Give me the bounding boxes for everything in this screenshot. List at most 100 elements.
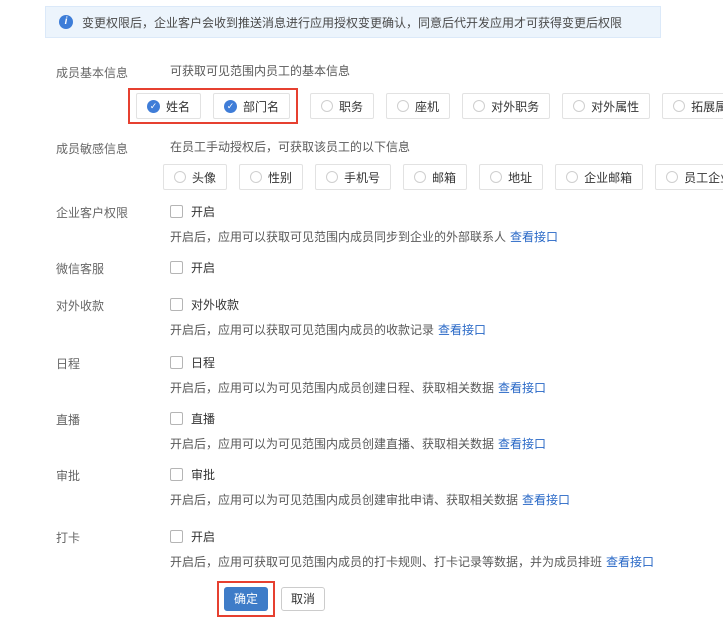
- form-footer: 确定 取消: [56, 581, 723, 617]
- unchecked-circle-icon: [397, 100, 409, 112]
- view-api-link[interactable]: 查看接口: [522, 493, 570, 507]
- desc-text: 开启后，应用可获取可见范围内成员的打卡规则、打卡记录等数据，并为成员排班: [170, 555, 602, 569]
- checkbox-icon[interactable]: [170, 468, 183, 481]
- view-api-link[interactable]: 查看接口: [510, 230, 558, 244]
- chip-label: 企业邮箱: [584, 169, 632, 186]
- info-banner-text: 变更权限后，企业客户会收到推送消息进行应用授权变更确认，同意后代开发应用才可获得…: [82, 14, 622, 31]
- section-label: 审批: [56, 465, 170, 509]
- section-desc: 在员工手动授权后，可获取该员工的以下信息: [170, 138, 723, 156]
- enable-checkbox-row[interactable]: 开启: [170, 527, 723, 545]
- chip-address[interactable]: 地址: [479, 164, 543, 190]
- confirm-button[interactable]: 确定: [224, 587, 268, 611]
- unchecked-circle-icon: [490, 171, 502, 183]
- section-external-payment: 对外收款 对外收款 开启后，应用可以获取可见范围内成员的收款记录查看接口: [56, 295, 723, 339]
- section-wechat-customer-service: 微信客服 开启: [56, 258, 723, 277]
- desc-text: 开启后，应用可以为可见范围内成员创建日程、获取相关数据: [170, 381, 494, 395]
- checkbox-icon[interactable]: [170, 298, 183, 311]
- sensitive-info-chip-group: 头像 性别 手机号 邮箱: [163, 164, 723, 190]
- checkbox-icon[interactable]: [170, 356, 183, 369]
- checkbox-label: 审批: [191, 466, 215, 483]
- checkbox-label: 开启: [191, 259, 215, 276]
- view-api-link[interactable]: 查看接口: [438, 323, 486, 337]
- chip-label: 姓名: [166, 98, 190, 115]
- chip-label: 对外属性: [591, 98, 639, 115]
- chip-job-title[interactable]: 职务: [310, 93, 374, 119]
- chip-mobile[interactable]: 手机号: [315, 164, 391, 190]
- enable-checkbox-row[interactable]: 开启: [170, 258, 723, 276]
- section-member-sensitive-info: 成员敏感信息 在员工手动授权后，可获取该员工的以下信息 头像 性别 手机号: [56, 138, 723, 190]
- unchecked-circle-icon: [473, 100, 485, 112]
- chip-gender[interactable]: 性别: [239, 164, 303, 190]
- section-label: 直播: [56, 409, 170, 453]
- chip-name[interactable]: ✓ 姓名: [136, 93, 201, 119]
- enable-checkbox-row[interactable]: 直播: [170, 409, 723, 427]
- desc-text: 开启后，应用可以获取可见范围内成员的收款记录: [170, 323, 434, 337]
- chip-label: 对外职务: [491, 98, 539, 115]
- chip-wecom-qrcode[interactable]: 员工企业微信二维码: [655, 164, 723, 190]
- view-api-link[interactable]: 查看接口: [498, 381, 546, 395]
- unchecked-circle-icon: [673, 100, 685, 112]
- checkbox-label: 日程: [191, 354, 215, 371]
- chip-landline[interactable]: 座机: [386, 93, 450, 119]
- unchecked-circle-icon: [321, 100, 333, 112]
- enable-checkbox-row[interactable]: 审批: [170, 465, 723, 483]
- checkbox-label: 开启: [191, 528, 215, 545]
- section-label: 对外收款: [56, 295, 170, 339]
- basic-info-chip-group: ✓ 姓名 ✓ 部门名 职务 座机: [163, 88, 723, 124]
- section-desc: 开启后，应用可获取可见范围内成员的打卡规则、打卡记录等数据，并为成员排班查看接口: [170, 553, 723, 571]
- enable-checkbox-row[interactable]: 对外收款: [170, 295, 723, 313]
- enable-checkbox-row[interactable]: 日程: [170, 353, 723, 371]
- checkbox-icon[interactable]: [170, 412, 183, 425]
- section-desc: 开启后，应用可以为可见范围内成员创建直播、获取相关数据查看接口: [170, 435, 723, 453]
- unchecked-circle-icon: [666, 171, 678, 183]
- view-api-link[interactable]: 查看接口: [498, 437, 546, 451]
- enable-checkbox-row[interactable]: 开启: [170, 202, 723, 220]
- section-attendance: 打卡 开启 开启后，应用可获取可见范围内成员的打卡规则、打卡记录等数据，并为成员…: [56, 527, 723, 571]
- chip-label: 职务: [339, 98, 363, 115]
- checkbox-label: 对外收款: [191, 296, 239, 313]
- chip-label: 部门名: [243, 98, 279, 115]
- annotation-highlight-box: ✓ 姓名 ✓ 部门名: [128, 88, 298, 124]
- unchecked-circle-icon: [250, 171, 262, 183]
- section-desc: 开启后，应用可以为可见范围内成员创建日程、获取相关数据查看接口: [170, 379, 723, 397]
- checkbox-icon[interactable]: [170, 261, 183, 274]
- section-label: 日程: [56, 353, 170, 397]
- chip-external-title[interactable]: 对外职务: [462, 93, 550, 119]
- chip-biz-email[interactable]: 企业邮箱: [555, 164, 643, 190]
- desc-text: 开启后，应用可以为可见范围内成员创建直播、获取相关数据: [170, 437, 494, 451]
- unchecked-circle-icon: [573, 100, 585, 112]
- unchecked-circle-icon: [326, 171, 338, 183]
- section-member-basic-info: 成员基本信息 可获取可见范围内员工的基本信息 ✓ 姓名 ✓ 部门名: [56, 62, 723, 124]
- chip-label: 性别: [268, 169, 292, 186]
- chip-label: 座机: [415, 98, 439, 115]
- unchecked-circle-icon: [566, 171, 578, 183]
- section-desc: 开启后，应用可以为可见范围内成员创建审批申请、获取相关数据查看接口: [170, 491, 723, 509]
- section-label: 企业客户权限: [56, 202, 170, 246]
- section-desc: 可获取可见范围内员工的基本信息: [170, 62, 723, 80]
- chip-email[interactable]: 邮箱: [403, 164, 467, 190]
- section-desc: 开启后，应用可以获取可见范围内成员的收款记录查看接口: [170, 321, 723, 339]
- checkbox-icon[interactable]: [170, 205, 183, 218]
- view-api-link[interactable]: 查看接口: [606, 555, 654, 569]
- app-permission-settings-page: i 变更权限后，企业客户会收到推送消息进行应用授权变更确认，同意后代开发应用才可…: [0, 0, 723, 617]
- chip-label: 员工企业微信二维码: [684, 169, 723, 186]
- info-icon: i: [59, 15, 73, 29]
- chip-label: 头像: [192, 169, 216, 186]
- checkbox-label: 开启: [191, 203, 215, 220]
- cancel-button[interactable]: 取消: [281, 587, 325, 611]
- chip-label: 邮箱: [432, 169, 456, 186]
- chip-external-attr[interactable]: 对外属性: [562, 93, 650, 119]
- section-corp-customer-permission: 企业客户权限 开启 开启后，应用可以获取可见范围内成员同步到企业的外部联系人查看…: [56, 202, 723, 246]
- chip-avatar[interactable]: 头像: [163, 164, 227, 190]
- chip-department-name[interactable]: ✓ 部门名: [213, 93, 290, 119]
- chip-label: 地址: [508, 169, 532, 186]
- checkbox-icon[interactable]: [170, 530, 183, 543]
- section-calendar: 日程 日程 开启后，应用可以为可见范围内成员创建日程、获取相关数据查看接口: [56, 353, 723, 397]
- section-label: 成员敏感信息: [56, 138, 170, 190]
- checked-circle-icon: ✓: [147, 100, 160, 113]
- section-label: 微信客服: [56, 258, 170, 277]
- chip-extended-attr[interactable]: 拓展属性: [662, 93, 723, 119]
- unchecked-circle-icon: [414, 171, 426, 183]
- unchecked-circle-icon: [174, 171, 186, 183]
- annotation-highlight-box-confirm: 确定: [217, 581, 275, 617]
